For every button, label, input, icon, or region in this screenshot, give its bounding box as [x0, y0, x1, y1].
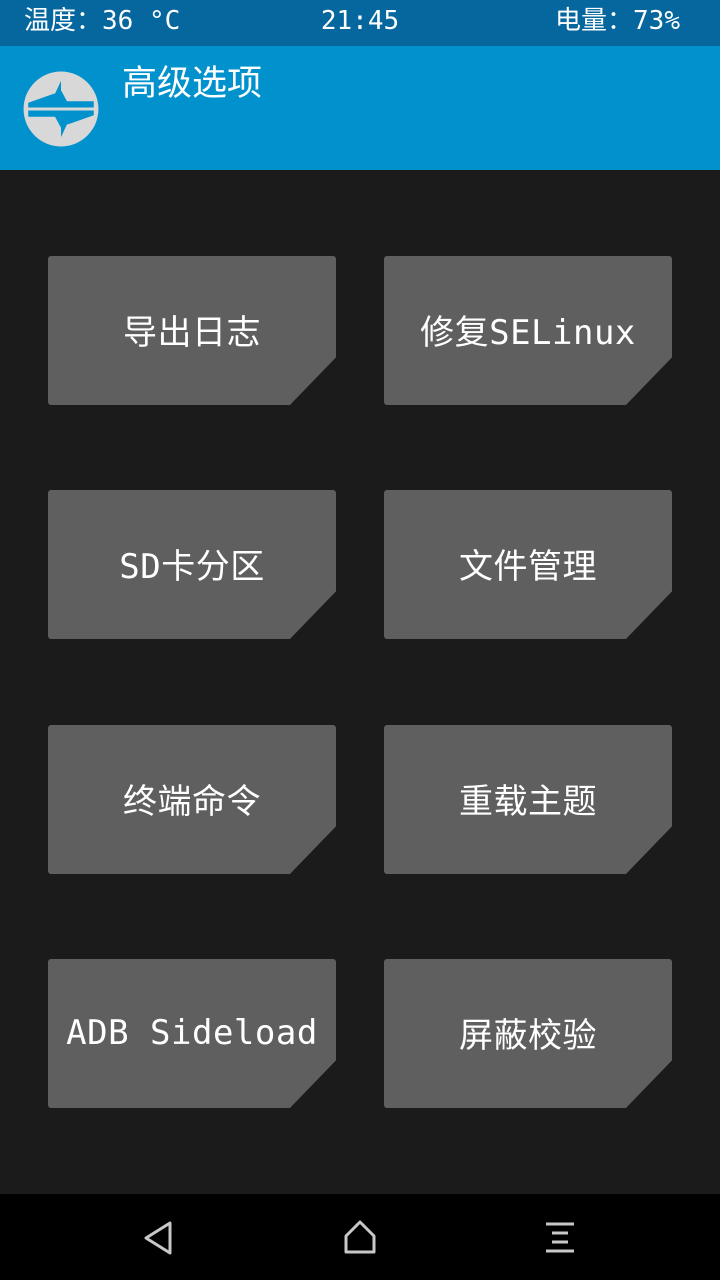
battery-readout: 电量：73% — [555, 6, 680, 36]
button-label: ADB Sideload — [66, 1012, 318, 1053]
nav-bar — [0, 1194, 720, 1280]
menu-icon[interactable] — [538, 1216, 582, 1260]
button-label: SD卡分区 — [119, 547, 265, 587]
button-label: 修复SELinux — [420, 313, 636, 353]
home-icon[interactable] — [338, 1216, 382, 1260]
adb-sideload-button[interactable]: ADB Sideload — [48, 959, 336, 1108]
button-label: 重载主题 — [459, 782, 597, 822]
status-bar: 温度：36 °C 21:45 电量：73% — [0, 0, 720, 46]
header: 高级选项 — [0, 46, 720, 170]
terminal-button[interactable]: 终端命令 — [48, 725, 336, 874]
back-icon[interactable] — [138, 1216, 182, 1260]
button-label: 文件管理 — [459, 547, 597, 587]
sd-partition-button[interactable]: SD卡分区 — [48, 490, 336, 639]
disable-verity-button[interactable]: 屏蔽校验 — [384, 959, 672, 1108]
options-grid: 导出日志 修复SELinux SD卡分区 文件管理 终端命令 重载主题 ADB … — [0, 170, 720, 1194]
page-title: 高级选项 — [122, 64, 263, 104]
button-label: 导出日志 — [123, 313, 261, 353]
button-label: 屏蔽校验 — [459, 1016, 597, 1056]
twrp-logo-icon — [23, 71, 99, 147]
fix-selinux-button[interactable]: 修复SELinux — [384, 256, 672, 405]
reload-theme-button[interactable]: 重载主题 — [384, 725, 672, 874]
export-log-button[interactable]: 导出日志 — [48, 256, 336, 405]
button-label: 终端命令 — [123, 782, 261, 822]
file-manager-button[interactable]: 文件管理 — [384, 490, 672, 639]
